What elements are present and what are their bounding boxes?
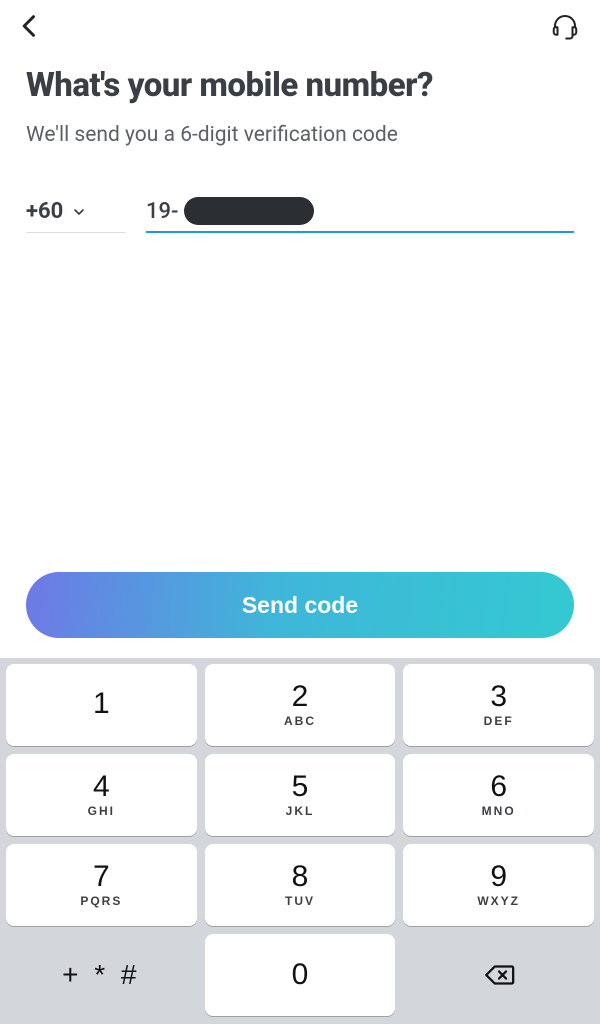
- keypad-symbols[interactable]: + * #: [6, 934, 197, 1016]
- phone-entered-prefix: 19-: [146, 199, 178, 224]
- keypad-5[interactable]: 5 JKL: [205, 754, 396, 836]
- page-title: What's your mobile number?: [26, 66, 574, 105]
- keypad-3[interactable]: 3 DEF: [403, 664, 594, 746]
- support-button[interactable]: [550, 11, 580, 45]
- country-code-label: +60: [26, 199, 63, 224]
- back-button[interactable]: [16, 12, 44, 44]
- chevron-down-icon: [71, 204, 87, 220]
- keypad-2[interactable]: 2 ABC: [205, 664, 396, 746]
- keypad-4[interactable]: 4 GHI: [6, 754, 197, 836]
- keypad-backspace[interactable]: [403, 934, 594, 1016]
- keypad-0[interactable]: 0: [205, 934, 396, 1016]
- send-code-button[interactable]: Send code: [26, 572, 574, 638]
- page-subtitle: We'll send you a 6-digit verification co…: [26, 123, 574, 147]
- keypad-9[interactable]: 9 WXYZ: [403, 844, 594, 926]
- top-bar: [0, 0, 600, 56]
- keypad-1[interactable]: 1: [6, 664, 197, 746]
- chevron-left-icon: [16, 12, 44, 40]
- keypad-6[interactable]: 6 MNO: [403, 754, 594, 836]
- phone-number-input[interactable]: 19-: [146, 197, 574, 233]
- country-code-selector[interactable]: +60: [26, 199, 126, 233]
- keypad-7[interactable]: 7 PQRS: [6, 844, 197, 926]
- backspace-icon: [482, 958, 516, 992]
- numeric-keypad: 1 2 ABC 3 DEF 4 GHI 5 JKL 6 MNO 7 PQRS 8: [0, 658, 600, 1024]
- phone-redacted-portion: [184, 197, 314, 225]
- phone-entry-row: +60 19-: [26, 197, 574, 233]
- headset-icon: [550, 11, 580, 41]
- keypad-8[interactable]: 8 TUV: [205, 844, 396, 926]
